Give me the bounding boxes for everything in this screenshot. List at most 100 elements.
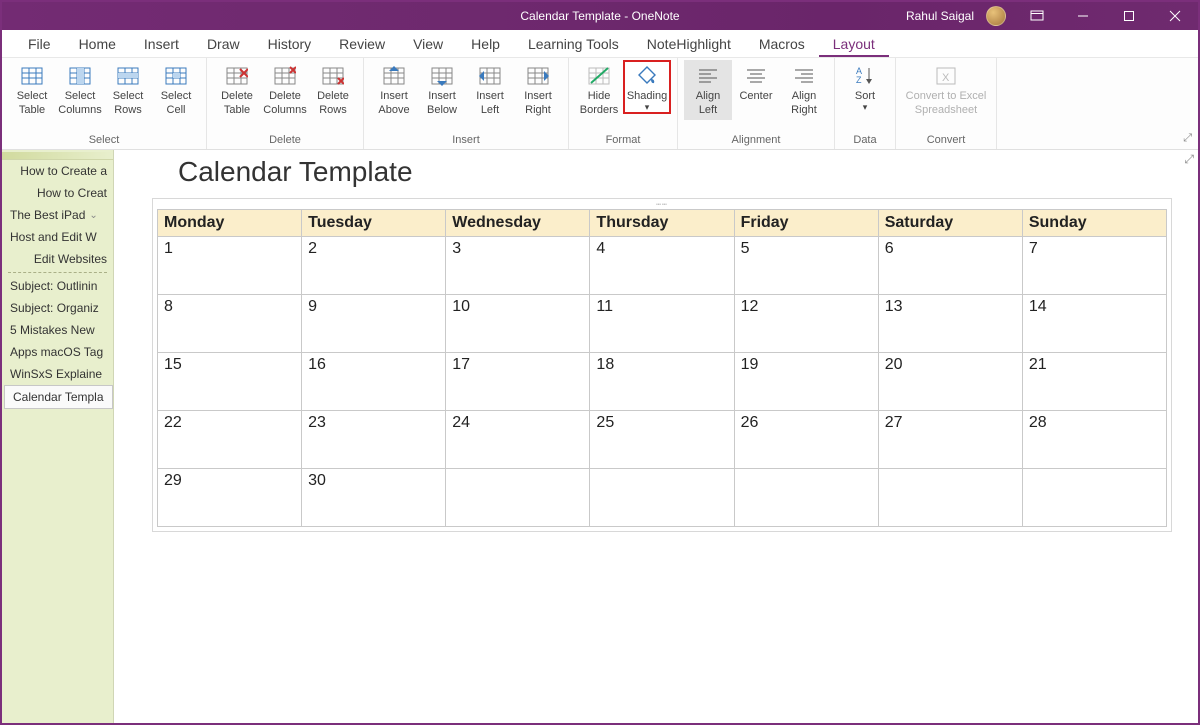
- calendar-day-cell[interactable]: 15: [158, 353, 302, 411]
- menu-history[interactable]: History: [254, 31, 326, 57]
- ribbon-group-label: Convert: [902, 132, 990, 149]
- calendar-header-cell[interactable]: Wednesday: [446, 210, 590, 237]
- sidebar-item[interactable]: Subject: Outlinin: [2, 275, 113, 297]
- sidebar-item[interactable]: Edit Websites: [2, 248, 113, 270]
- calendar-day-cell[interactable]: 21: [1022, 353, 1166, 411]
- minimize-button[interactable]: [1060, 2, 1106, 30]
- calendar-day-cell[interactable]: 24: [446, 411, 590, 469]
- calendar-day-cell[interactable]: 16: [302, 353, 446, 411]
- select-cell-button[interactable]: SelectCell: [152, 60, 200, 120]
- sort-button[interactable]: AZSort▾: [841, 60, 889, 114]
- delete-rows-button[interactable]: DeleteRows: [309, 60, 357, 120]
- user-avatar-icon[interactable]: [986, 6, 1006, 26]
- align-left-button[interactable]: AlignLeft: [684, 60, 732, 120]
- menu-help[interactable]: Help: [457, 31, 514, 57]
- sidebar-item[interactable]: Apps macOS Tag: [2, 341, 113, 363]
- calendar-day-cell[interactable]: [1022, 469, 1166, 527]
- calendar-day-cell[interactable]: [734, 469, 878, 527]
- sidebar-item[interactable]: How to Create a: [2, 160, 113, 182]
- collapse-ribbon-icon[interactable]: ⤢: [1183, 132, 1192, 145]
- align-right-button[interactable]: AlignRight: [780, 60, 828, 120]
- center-button[interactable]: Center: [732, 60, 780, 106]
- menu-view[interactable]: View: [399, 31, 457, 57]
- sidebar-item[interactable]: The Best iPad⌄: [2, 204, 113, 226]
- insert-above-button[interactable]: InsertAbove: [370, 60, 418, 120]
- menu-learning-tools[interactable]: Learning Tools: [514, 31, 633, 57]
- delete-table-button[interactable]: DeleteTable: [213, 60, 261, 120]
- calendar-day-cell[interactable]: 27: [878, 411, 1022, 469]
- select-table-button[interactable]: SelectTable: [8, 60, 56, 120]
- insert-below-button[interactable]: InsertBelow: [418, 60, 466, 120]
- calendar-day-cell[interactable]: 10: [446, 295, 590, 353]
- calendar-day-cell[interactable]: 23: [302, 411, 446, 469]
- calendar-day-cell[interactable]: [446, 469, 590, 527]
- calendar-day-cell[interactable]: 20: [878, 353, 1022, 411]
- calendar-header-cell[interactable]: Monday: [158, 210, 302, 237]
- calendar-day-cell[interactable]: 7: [1022, 237, 1166, 295]
- calendar-day-cell[interactable]: 29: [158, 469, 302, 527]
- calendar-day-cell[interactable]: 6: [878, 237, 1022, 295]
- calendar-day-cell[interactable]: 30: [302, 469, 446, 527]
- insert-left-button[interactable]: InsertLeft: [466, 60, 514, 120]
- calendar-day-cell[interactable]: 8: [158, 295, 302, 353]
- sidebar-item[interactable]: Subject: Organiz: [2, 297, 113, 319]
- maximize-button[interactable]: [1106, 2, 1152, 30]
- shading-button[interactable]: Shading▾: [623, 60, 671, 114]
- calendar-day-cell[interactable]: 22: [158, 411, 302, 469]
- page-canvas[interactable]: ⤢ Calendar Template ┅┅ MondayTuesdayWedn…: [114, 150, 1198, 723]
- calendar-day-cell[interactable]: 1: [158, 237, 302, 295]
- calendar-day-cell[interactable]: 28: [1022, 411, 1166, 469]
- menu-insert[interactable]: Insert: [130, 31, 193, 57]
- document-title: Calendar Template - OneNote: [520, 9, 679, 23]
- menu-notehighlight[interactable]: NoteHighlight: [633, 31, 745, 57]
- menu-file[interactable]: File: [14, 31, 65, 57]
- menu-draw[interactable]: Draw: [193, 31, 254, 57]
- calendar-day-cell[interactable]: 12: [734, 295, 878, 353]
- menu-layout[interactable]: Layout: [819, 31, 889, 57]
- calendar-day-cell[interactable]: 4: [590, 237, 734, 295]
- hide-borders-button[interactable]: HideBorders: [575, 60, 623, 120]
- select-columns-button[interactable]: SelectColumns: [56, 60, 104, 120]
- calendar-day-cell[interactable]: 11: [590, 295, 734, 353]
- insert-right-button[interactable]: InsertRight: [514, 60, 562, 120]
- ribbon-btn-label: Delete: [317, 90, 349, 102]
- menu-home[interactable]: Home: [65, 31, 130, 57]
- calendar-header-cell[interactable]: Friday: [734, 210, 878, 237]
- container-handle-icon[interactable]: ┅┅: [645, 200, 679, 206]
- calendar-header-cell[interactable]: Saturday: [878, 210, 1022, 237]
- calendar-day-cell[interactable]: 3: [446, 237, 590, 295]
- calendar-day-cell[interactable]: 17: [446, 353, 590, 411]
- sidebar-item[interactable]: 5 Mistakes New: [2, 319, 113, 341]
- calendar-day-cell[interactable]: 25: [590, 411, 734, 469]
- calendar-header-cell[interactable]: Tuesday: [302, 210, 446, 237]
- calendar-table[interactable]: MondayTuesdayWednesdayThursdayFridaySatu…: [157, 209, 1167, 527]
- delete-columns-button[interactable]: DeleteColumns: [261, 60, 309, 120]
- calendar-day-cell[interactable]: 19: [734, 353, 878, 411]
- calendar-day-cell[interactable]: 9: [302, 295, 446, 353]
- svg-text:X: X: [942, 72, 950, 84]
- sidebar-item[interactable]: Calendar Templa: [4, 385, 113, 409]
- calendar-day-cell[interactable]: 18: [590, 353, 734, 411]
- page-title[interactable]: Calendar Template: [128, 154, 1184, 198]
- expand-icon[interactable]: ⤢: [1184, 152, 1194, 167]
- select-rows-button[interactable]: SelectRows: [104, 60, 152, 120]
- sidebar-item[interactable]: How to Creat: [2, 182, 113, 204]
- calendar-header-cell[interactable]: Sunday: [1022, 210, 1166, 237]
- table-row: 2930: [158, 469, 1167, 527]
- close-button[interactable]: [1152, 2, 1198, 30]
- menu-macros[interactable]: Macros: [745, 31, 819, 57]
- calendar-day-cell[interactable]: 13: [878, 295, 1022, 353]
- ribbon-display-options-icon[interactable]: [1014, 2, 1060, 30]
- sidebar-item[interactable]: WinSxS Explaine: [2, 363, 113, 385]
- calendar-container[interactable]: ┅┅ MondayTuesdayWednesdayThursdayFridayS…: [152, 198, 1172, 532]
- calendar-day-cell[interactable]: 14: [1022, 295, 1166, 353]
- calendar-day-cell[interactable]: [590, 469, 734, 527]
- calendar-header-cell[interactable]: Thursday: [590, 210, 734, 237]
- calendar-day-cell[interactable]: [878, 469, 1022, 527]
- sidebar-item[interactable]: Host and Edit W: [2, 226, 113, 248]
- menu-review[interactable]: Review: [325, 31, 399, 57]
- sidebar-tabbar[interactable]: [2, 152, 113, 160]
- calendar-day-cell[interactable]: 5: [734, 237, 878, 295]
- calendar-day-cell[interactable]: 2: [302, 237, 446, 295]
- calendar-day-cell[interactable]: 26: [734, 411, 878, 469]
